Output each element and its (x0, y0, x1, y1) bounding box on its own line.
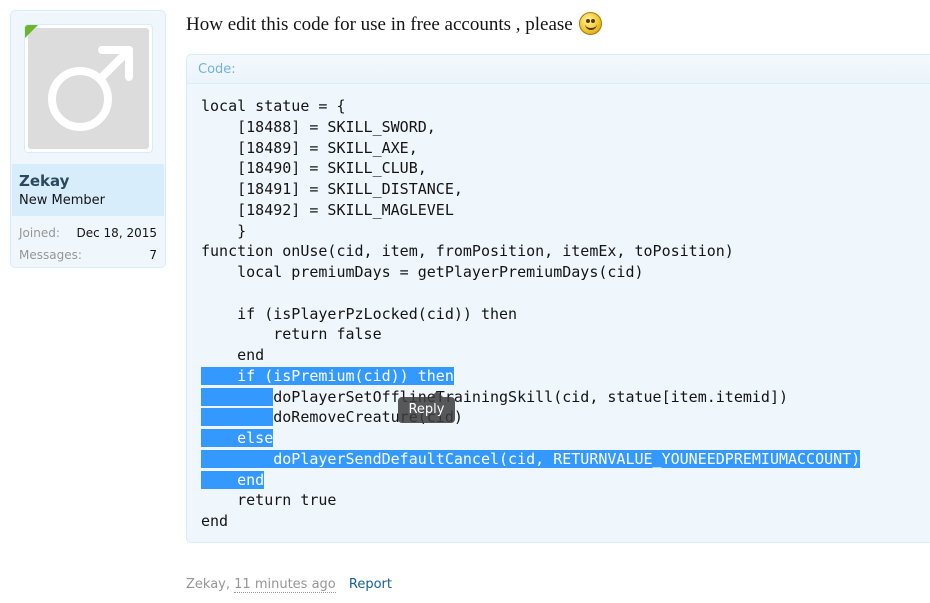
stat-joined-label: Joined: (19, 226, 60, 240)
stat-joined: Joined: Dec 18, 2015 (19, 226, 157, 240)
reply-tooltip[interactable]: Reply (398, 391, 455, 423)
smile-icon (579, 12, 603, 35)
code-line: end (201, 346, 265, 364)
code-line: doRemoveCreature(cid) (201, 407, 860, 428)
code-line: local statue = { (201, 97, 346, 115)
stat-messages-label: Messages: (19, 248, 82, 262)
code-line: end (201, 512, 229, 530)
code-line: if (isPremium(cid)) then (201, 366, 454, 385)
stat-messages-value[interactable]: 7 (149, 248, 157, 262)
stat-joined-value: Dec 18, 2015 (76, 226, 157, 240)
code-line: [18489] = SKILL_AXE, (201, 138, 418, 157)
code-header: Code: (187, 55, 930, 84)
code-line: if (isPlayerPzLocked(cid)) then (201, 304, 518, 323)
code-line: end (201, 470, 265, 489)
message-footer: Zekay, 11 minutes ago Report (186, 577, 392, 593)
male-symbol-icon (48, 46, 133, 131)
avatar[interactable] (24, 24, 153, 153)
username-link[interactable]: Zekay (19, 172, 69, 190)
code-line: doPlayerSetOfflineTrainingSkill(cid, sta… (201, 387, 860, 408)
report-link[interactable]: Report (349, 577, 392, 592)
stat-messages: Messages: 7 (19, 248, 157, 262)
footer-author[interactable]: Zekay, (186, 577, 230, 592)
avatar-image[interactable] (28, 28, 149, 149)
code-body: local statue = { [18488] = SKILL_SWORD, … (201, 96, 861, 532)
message-body: How edit this code for use in free accou… (186, 14, 573, 35)
code-line: [18491] = SKILL_DISTANCE, (201, 180, 463, 198)
user-title: New Member (19, 193, 105, 208)
online-indicator (25, 25, 38, 38)
code-line: return true (201, 491, 337, 510)
code-line: local premiumDays = getPlayerPremiumDays… (201, 263, 644, 281)
code-line: } (201, 221, 247, 240)
code-line: [18492] = SKILL_MAGLEVEL (201, 200, 454, 219)
code-line: [18488] = SKILL_SWORD, (201, 117, 436, 136)
footer-timestamp[interactable]: 11 minutes ago (234, 577, 336, 593)
code-line: [18490] = SKILL_CLUB, (201, 159, 427, 178)
code-block: Code: local statue = { [18488] = SKILL_S… (186, 54, 930, 543)
code-label: Code: (198, 62, 236, 77)
message-user-info: Zekay New Member Joined: Dec 18, 2015 Me… (10, 10, 166, 268)
user-name-panel: Zekay New Member (12, 164, 164, 216)
code-line: return false (201, 325, 382, 344)
message-text: How edit this code for use in free accou… (186, 12, 603, 36)
code-line: function onUse(cid, item, fromPosition, … (201, 242, 734, 261)
code-line: else (201, 429, 274, 447)
code-line: doPlayerSendDefaultCancel(cid, RETURNVAL… (201, 449, 861, 468)
